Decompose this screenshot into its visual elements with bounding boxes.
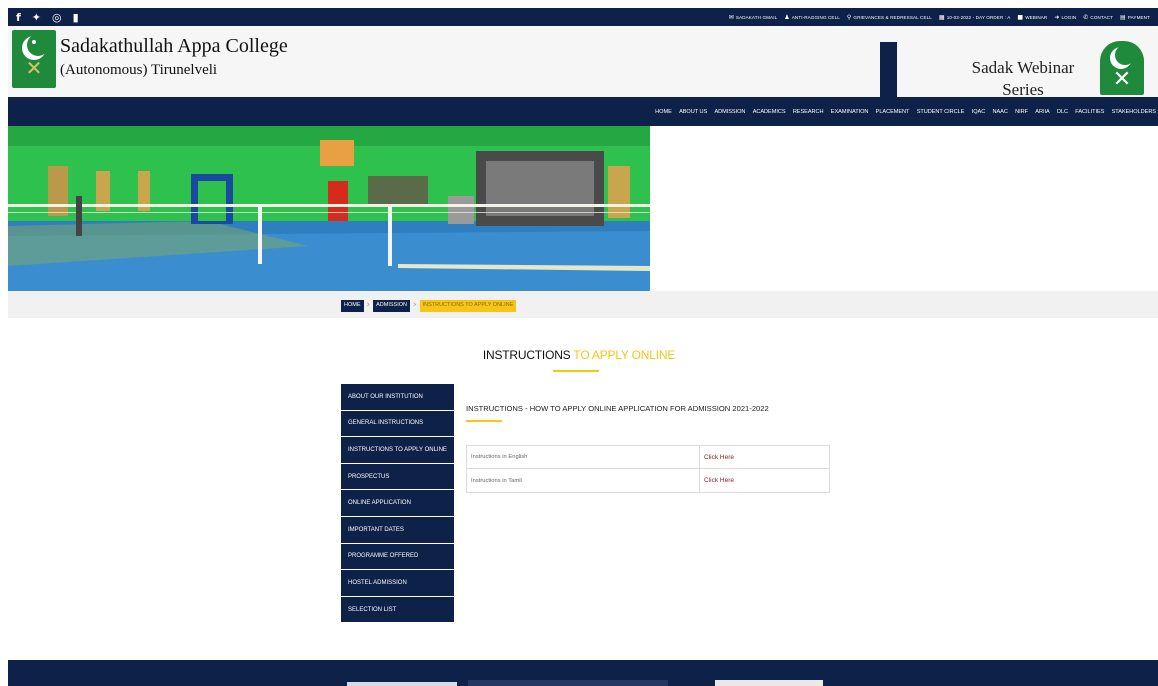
- page-title-underline: [553, 370, 599, 372]
- top-link-login[interactable]: ➜ LOGIN: [1054, 14, 1076, 21]
- breadcrumb-current: INSTRUCTIONS TO APPLY ONLINE: [419, 300, 517, 312]
- webinar-accent-bar: [880, 42, 897, 97]
- sidebar-item-programme-offered[interactable]: PROGRAMME OFFERED: [341, 543, 454, 571]
- top-link-gmail[interactable]: ✉ SADAKATH GMAIL: [729, 14, 778, 21]
- nav-iqac[interactable]: IQAC: [972, 109, 986, 115]
- sidebar-item-selection-list[interactable]: SELECTION LIST: [341, 596, 454, 624]
- instagram-icon[interactable]: ◎: [52, 12, 62, 23]
- breadcrumb-strip: [8, 291, 1158, 318]
- login-icon: ➜: [1054, 13, 1060, 21]
- page-title-part-2: TO APPLY ONLINE: [573, 348, 676, 362]
- location-icon: ⚲: [846, 13, 852, 21]
- nav-academics[interactable]: ACADEMICS: [753, 109, 786, 115]
- table-cell-label: Instructions in Tamil: [467, 469, 700, 492]
- page: f ✦ ◎ ▮ ✉ SADAKATH GMAIL ♟ ANTI-RAGGING CE…: [0, 0, 1158, 686]
- video-icon: ■: [1017, 13, 1024, 21]
- main-nav: HOME ABOUT US ADMISSION ACADEMICS RESEAR…: [8, 97, 1158, 126]
- sidebar-item-about-institution[interactable]: ABOUT OUR INSTITUTION: [341, 384, 454, 411]
- page-title-part-1: INSTRUCTIONS: [482, 348, 574, 362]
- indoor-court-illustration: [8, 126, 650, 291]
- breadcrumb-home[interactable]: HOME: [341, 300, 364, 312]
- crescent-cutout: [1115, 45, 1135, 65]
- webinar-banner[interactable]: Sadak Webinar Series: [948, 57, 1098, 97]
- site-footer: [8, 660, 1158, 686]
- phone-icon: ✆: [1083, 13, 1089, 21]
- sidebar-item-general-instructions[interactable]: GENERAL INSTRUCTIONS: [341, 410, 454, 438]
- facebook-icon[interactable]: f: [16, 12, 21, 23]
- mail-icon: ✉: [728, 13, 734, 21]
- breadcrumb-admission[interactable]: ADMISSION: [373, 300, 410, 312]
- footer-badge-block: [715, 680, 823, 686]
- table-row: Instructions in Tamil Click Here: [467, 469, 829, 492]
- nav-about-us[interactable]: ABOUT US: [679, 109, 707, 115]
- sidebar-item-important-dates[interactable]: IMPORTANT DATES: [341, 516, 454, 544]
- top-bar: f ✦ ◎ ▮ ✉ SADAKATH GMAIL ♟ ANTI-RAGGING CE…: [8, 8, 1158, 26]
- banner-image: [8, 126, 650, 291]
- click-here-link-tamil[interactable]: Click Here: [700, 469, 829, 492]
- star-dot: [32, 40, 36, 44]
- content-title-underline: [466, 420, 502, 422]
- youtube-icon[interactable]: ▮: [73, 12, 79, 23]
- top-link-webinar[interactable]: ■ WEBINAR: [1017, 14, 1047, 21]
- nav-research[interactable]: RESEARCH: [793, 109, 824, 115]
- calendar-icon: ▦: [938, 13, 945, 21]
- college-name[interactable]: Sadakathullah Appa College: [60, 36, 288, 56]
- page-title: INSTRUCTIONS TO APPLY ONLINE: [404, 348, 754, 362]
- twitter-icon[interactable]: ✦: [32, 12, 41, 23]
- top-link-grievances[interactable]: ⚲ GRIEVANCES & REDRESSAL CELL: [847, 14, 932, 21]
- nav-home[interactable]: HOME: [655, 109, 672, 115]
- sidebar-item-online-application[interactable]: ONLINE APPLICATION: [341, 490, 454, 517]
- footer-text-block: [468, 680, 668, 686]
- nav-examination[interactable]: EXAMINATION: [831, 109, 869, 115]
- nav-admission[interactable]: ADMISSION: [714, 109, 745, 115]
- nav-student-circle[interactable]: STUDENT CIRCLE: [917, 109, 965, 115]
- nav-ariia[interactable]: ARIIA: [1035, 109, 1049, 115]
- nav-naac[interactable]: NAAC: [992, 109, 1007, 115]
- nav-facilities[interactable]: FACILITIES: [1075, 109, 1104, 115]
- footer-logo-block: [347, 682, 457, 686]
- top-link-payment[interactable]: ▤ PAYMENT: [1120, 14, 1150, 21]
- webinar-logo: ✕: [1100, 41, 1144, 95]
- social-links: f ✦ ◎ ▮: [16, 12, 79, 23]
- payment-icon: ▤: [1119, 13, 1126, 21]
- content-title: INSTRUCTIONS - HOW TO APPLY ONLINE APPLI…: [466, 404, 769, 413]
- crossed-swords-icon: ✕: [1112, 67, 1132, 92]
- sidebar-item-instructions-apply-online[interactable]: INSTRUCTIONS TO APPLY ONLINE: [341, 437, 454, 464]
- breadcrumb-separator-icon: ›: [412, 300, 417, 311]
- top-link-day-order[interactable]: ▦ 10-03-2022 - DAY ORDER : A: [939, 14, 1011, 21]
- webinar-line-2: Series: [1002, 80, 1044, 97]
- college-subtitle: (Autonomous) Tirunelveli: [60, 62, 218, 78]
- nav-stakeholders[interactable]: STAKEHOLDERS: [1112, 109, 1156, 115]
- click-here-link-english[interactable]: Click Here: [700, 446, 829, 468]
- breadcrumb-separator-icon: ›: [366, 300, 371, 311]
- nav-dlc[interactable]: DLC: [1057, 109, 1068, 115]
- college-logo[interactable]: ✕: [12, 30, 56, 88]
- top-link-contact[interactable]: ✆ CONTACT: [1083, 14, 1113, 21]
- breadcrumb: HOME › ADMISSION › INSTRUCTIONS TO APPLY…: [341, 300, 517, 312]
- nav-nirf[interactable]: NIRF: [1015, 109, 1028, 115]
- table-row: Instructions in English Click Here: [467, 446, 829, 469]
- top-link-anti-ragging[interactable]: ♟ ANTI-RAGGING CELL: [784, 14, 840, 21]
- top-links: ✉ SADAKATH GMAIL ♟ ANTI-RAGGING CELL ⚲ GRIE…: [729, 14, 1150, 21]
- sidebar-item-hostel-admission[interactable]: HOSTEL ADMISSION: [341, 570, 454, 597]
- crescent-cutout: [27, 34, 49, 56]
- crossed-swords-icon: ✕: [25, 56, 43, 80]
- table-cell-label: Instructions in English: [467, 446, 700, 468]
- nav-placement[interactable]: PLACEMENT: [876, 109, 910, 115]
- site-header: ✕ Sadakathullah Appa College (Autonomous…: [8, 26, 1158, 97]
- webinar-line-1: Sadak Webinar: [971, 58, 1075, 77]
- admission-sidebar: ABOUT OUR INSTITUTION GENERAL INSTRUCTIO…: [341, 384, 454, 624]
- instructions-table: Instructions in English Click Here Instr…: [466, 445, 830, 493]
- sidebar-item-prospectus[interactable]: PROSPECTUS: [341, 463, 454, 491]
- user-icon: ♟: [784, 13, 790, 21]
